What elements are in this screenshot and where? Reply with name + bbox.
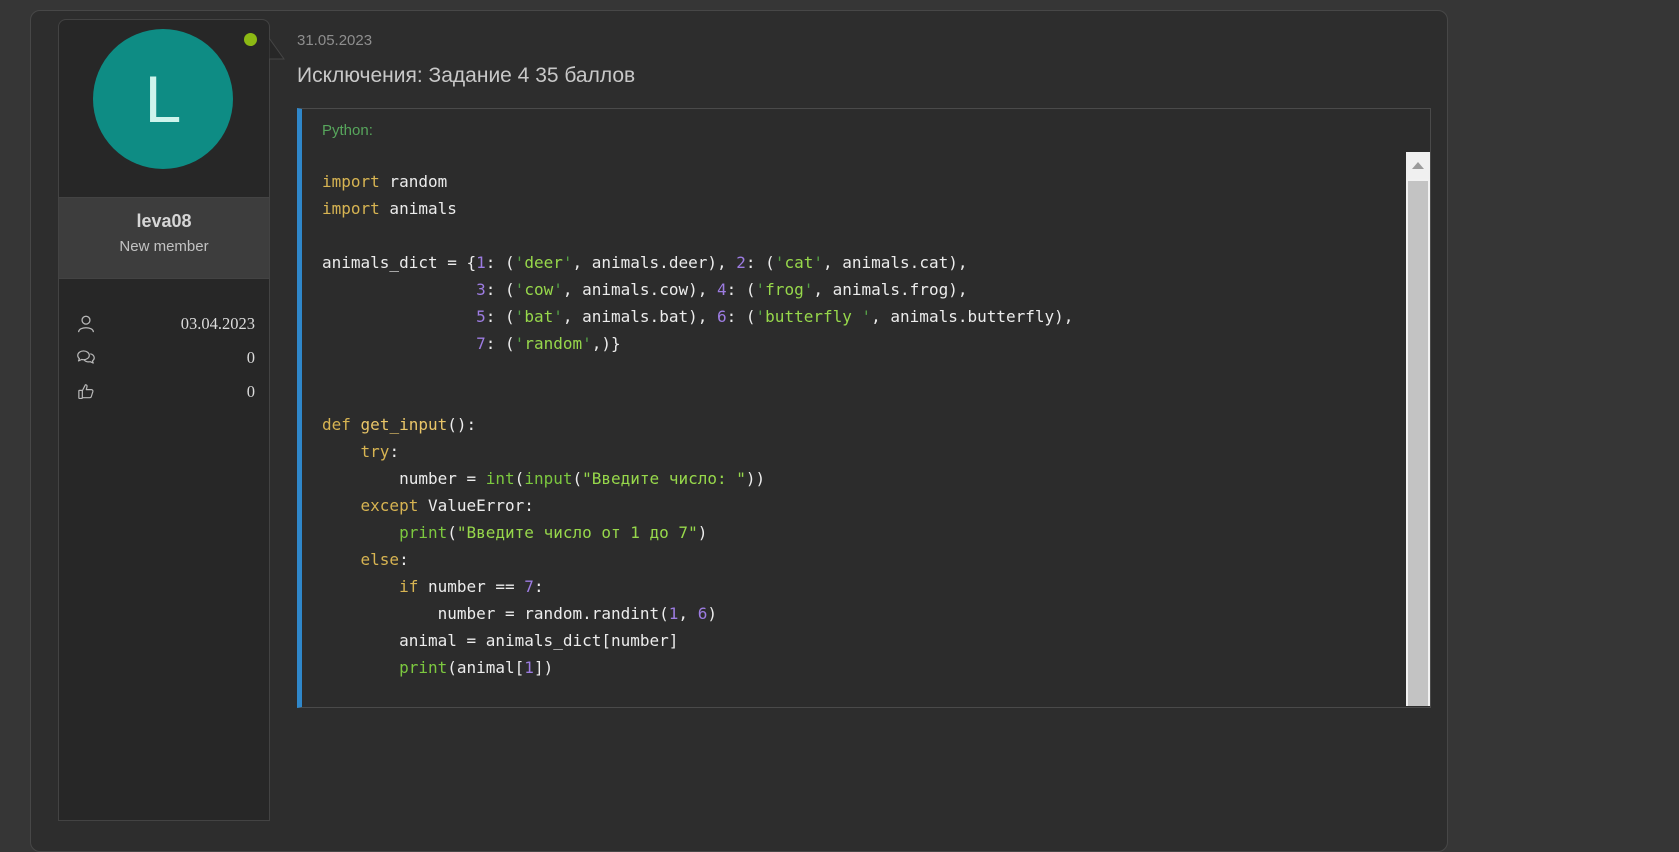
code-line: print(animal[1]) [322, 654, 1380, 681]
thumbs-up-icon [75, 381, 101, 403]
user-icon [75, 313, 101, 335]
page: { "colors": { "page_bg": "#363636", "pan… [0, 0, 1679, 685]
code-line: def get_input(): [322, 411, 1380, 438]
stat-value: 0 [101, 382, 255, 402]
user-panel: L leva08 New member 03.04.2023 0 0 [58, 19, 270, 821]
scrollbar[interactable] [1406, 152, 1430, 706]
code-line [322, 357, 1380, 384]
code-line: animals_dict = {1: ('deer', animals.deer… [322, 249, 1380, 276]
code-block: Python: import randomimport animals anima… [297, 108, 1431, 708]
avatar-letter: L [145, 66, 182, 132]
code-line: 7: ('random',)} [322, 330, 1380, 357]
code-scroll-area: import randomimport animals animals_dict … [302, 152, 1430, 706]
scrollbar-thumb[interactable] [1408, 181, 1428, 706]
code-line: number = int(input("Введите число: ")) [322, 465, 1380, 492]
code-line: if number == 7: [322, 573, 1380, 600]
post-title: Исключения: Задание 4 35 баллов [297, 62, 1431, 89]
code-content: import randomimport animals animals_dict … [302, 152, 1430, 691]
code-line: except ValueError: [322, 492, 1380, 519]
scroll-up-button[interactable] [1406, 152, 1430, 179]
stat-row: 0 [75, 341, 255, 375]
code-line: number = random.randint(1, 6) [322, 600, 1380, 627]
code-line: 5: ('bat', animals.bat), 6: ('butterfly … [322, 303, 1380, 330]
message-card: L leva08 New member 03.04.2023 0 0 31.05.2… [30, 10, 1448, 852]
user-title: New member [59, 238, 269, 255]
code-line: import animals [322, 195, 1380, 222]
code-line [322, 384, 1380, 411]
arrow-up-icon [1412, 162, 1424, 169]
stat-row: 0 [75, 375, 255, 409]
post-date: 31.05.2023 [297, 32, 1431, 49]
code-line: print("Введите число от 1 до 7") [322, 519, 1380, 546]
code-line: 3: ('cow', animals.cow), 4: ('frog', ani… [322, 276, 1380, 303]
code-language-label: Python: [302, 109, 1430, 152]
online-indicator [244, 33, 257, 46]
code-line: import random [322, 168, 1380, 195]
username-link[interactable]: leva08 [59, 211, 269, 232]
user-cell-tail [269, 38, 285, 60]
stat-value: 0 [101, 348, 255, 368]
post-content: 31.05.2023 Исключения: Задание 4 35 балл… [297, 11, 1431, 708]
comments-icon [75, 347, 101, 369]
code-line [322, 222, 1380, 249]
code-line: animal = animals_dict[number] [322, 627, 1380, 654]
avatar[interactable]: L [93, 29, 233, 169]
stat-row: 03.04.2023 [75, 307, 255, 341]
code-line: else: [322, 546, 1380, 573]
stat-value: 03.04.2023 [101, 314, 255, 334]
user-header: leva08 New member [59, 197, 269, 279]
code-line: try: [322, 438, 1380, 465]
user-stats: 03.04.2023 0 0 [59, 279, 269, 409]
avatar-area: L [59, 20, 269, 197]
